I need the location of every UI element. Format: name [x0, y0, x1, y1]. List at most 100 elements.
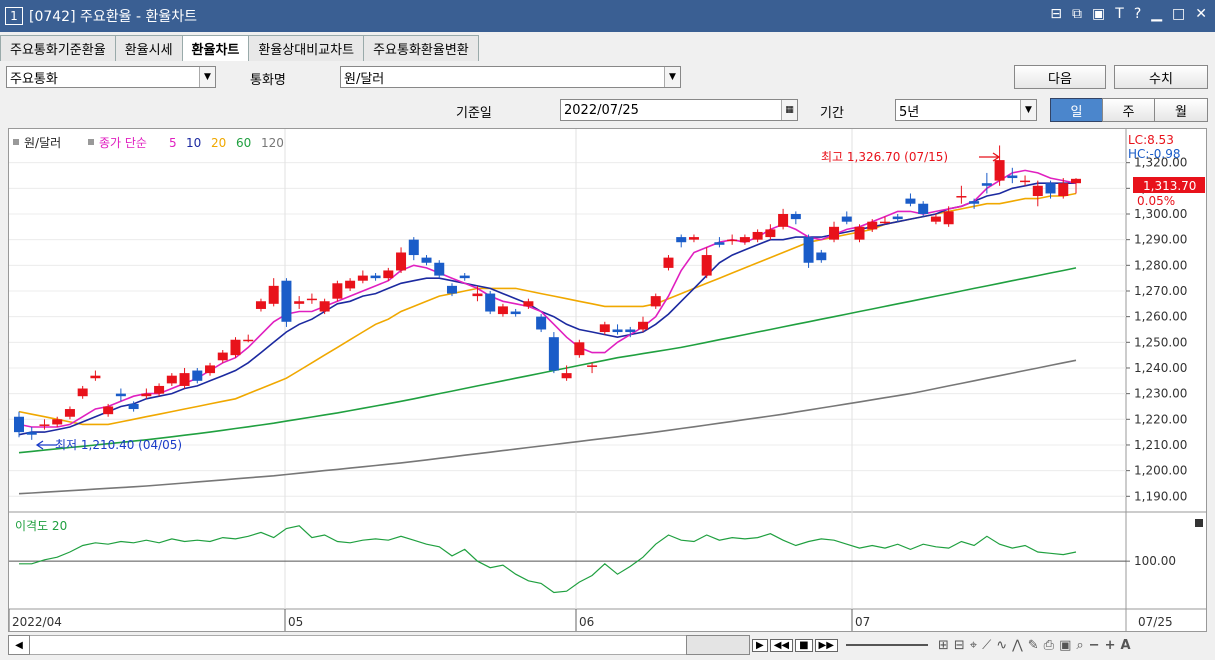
ma120-line	[18, 359, 1077, 495]
tab-rate-quotes[interactable]: 환율시세	[114, 35, 183, 61]
pattern-icon[interactable]: ⋀	[1012, 638, 1023, 653]
candle-body	[115, 393, 126, 397]
candle-body	[765, 229, 776, 238]
scroll-left-icon[interactable]: ◀	[8, 635, 30, 655]
tab-rate-converter[interactable]: 주요통화환율변환	[363, 35, 479, 61]
tab-major-rates[interactable]: 주요통화기준환율	[0, 35, 116, 61]
search-icon[interactable]: ⌕	[1076, 638, 1083, 653]
candle-body	[561, 373, 572, 379]
candle-body	[383, 270, 394, 279]
scroll-thumb[interactable]	[686, 635, 750, 655]
trend-line-icon[interactable]: ⟋	[982, 638, 991, 653]
minimize-icon[interactable]: ▁	[1151, 6, 1162, 22]
y-tick-label: 1,210.00	[1134, 438, 1187, 452]
rate-chart[interactable]: 100.00 1,320.001,310.001,300.001,290.001…	[8, 129, 1206, 631]
lock-icon[interactable]: ▣	[1092, 6, 1105, 22]
candle-body	[599, 324, 610, 333]
link-icon[interactable]: ⊟	[1050, 6, 1062, 22]
period-select[interactable]: 5년 ▼	[895, 99, 1037, 121]
candle-body	[370, 275, 381, 279]
arrow-left-icon	[35, 440, 57, 450]
candle-body	[26, 432, 37, 435]
x-tick-label: 2022/04	[12, 615, 62, 629]
tab-relative-chart[interactable]: 환율상대비교차트	[248, 35, 365, 61]
play-icon[interactable]: ▶	[752, 638, 768, 652]
candle-body	[650, 296, 661, 307]
maximize-icon[interactable]: □	[1172, 6, 1185, 22]
candle-body	[1032, 185, 1043, 197]
currency-label: 통화명	[250, 73, 286, 88]
annotations: 최고 1,326.70 (07/15) 최저 1,210.40 (04/05)	[35, 150, 1001, 452]
chevron-down-icon[interactable]: ▼	[1020, 100, 1036, 120]
y-tick-label: 1,230.00	[1134, 387, 1187, 401]
change-percent: 0.05%	[1137, 194, 1175, 208]
period-week-button[interactable]: 주	[1102, 98, 1155, 122]
period-label: 기간	[820, 106, 844, 121]
date-input[interactable]: 2022/07/25 ▦	[560, 99, 798, 121]
candle-body	[1045, 183, 1056, 194]
candle-body	[612, 329, 623, 333]
candle-body	[1071, 178, 1081, 184]
candle-body	[854, 226, 865, 240]
sub-tick-label: 100.00	[1134, 554, 1176, 568]
candle-body	[166, 375, 177, 384]
legend-ma5: 5	[169, 136, 177, 150]
layout-icon[interactable]: ⊞	[938, 638, 949, 653]
candle-body	[472, 293, 483, 297]
tab-rate-chart[interactable]: 환율차트	[181, 35, 250, 61]
pen-icon[interactable]: ✎	[1028, 638, 1039, 653]
next-button[interactable]: 다음	[1014, 65, 1106, 89]
candle-body	[701, 255, 712, 276]
auto-scale-icon[interactable]: A	[1120, 638, 1130, 653]
candle-body	[803, 237, 814, 263]
forward-icon[interactable]: ▶▶	[814, 638, 838, 652]
candle-body	[39, 424, 50, 426]
period-day-button[interactable]: 일	[1050, 98, 1103, 122]
close-icon[interactable]: ✕	[1195, 6, 1207, 22]
candle-body	[217, 352, 228, 361]
period-month-button[interactable]: 월	[1154, 98, 1208, 122]
candle-body	[128, 403, 139, 410]
pane-close-icon[interactable]	[1195, 519, 1203, 527]
wave-icon[interactable]: ∿	[996, 638, 1007, 653]
horizontal-scrollbar[interactable]	[30, 635, 686, 655]
candle-body	[1058, 183, 1069, 197]
candle-body	[446, 285, 457, 294]
candle-body	[879, 221, 890, 224]
ma5-line	[18, 169, 1077, 428]
chevron-down-icon[interactable]: ▼	[664, 67, 680, 87]
chevron-down-icon[interactable]: ▼	[199, 67, 215, 87]
help-icon[interactable]: ?	[1134, 6, 1141, 22]
value-button[interactable]: 수치	[1114, 65, 1208, 89]
copy-icon[interactable]: ⧉	[1072, 6, 1082, 22]
candle-body	[14, 416, 24, 433]
chart-legend: 원/달러 종가 단순 5 10 20 60 120 이격도 20	[13, 136, 284, 533]
zoom-slider[interactable]	[845, 644, 928, 646]
currency-group-value: 주요통화	[10, 71, 58, 87]
save-icon[interactable]: ▣	[1059, 638, 1071, 653]
zoom-in-icon[interactable]: +	[1105, 638, 1116, 653]
candle-body	[306, 298, 317, 301]
print-icon[interactable]: ⎙	[1044, 638, 1054, 653]
candle-body	[918, 203, 929, 214]
y-tick-label: 1,300.00	[1134, 207, 1187, 221]
rewind-icon[interactable]: ◀◀	[769, 638, 794, 652]
tool-icons: ⊞ ⊟ ⌖ ⟋ ∿ ⋀ ✎ ⎙ ▣ ⌕ − + A	[938, 638, 1131, 653]
crosshair-icon[interactable]: ⌖	[970, 638, 977, 653]
calendar-icon[interactable]: ▦	[781, 100, 797, 120]
legend-square-icon	[88, 139, 94, 145]
candle-body	[638, 321, 649, 330]
legend-square-icon	[13, 139, 19, 145]
candle-body	[154, 385, 165, 394]
stop-icon[interactable]: ■	[795, 638, 813, 652]
currency-group-select[interactable]: 주요통화 ▼	[6, 66, 216, 88]
candle-body	[981, 183, 992, 186]
currency-select[interactable]: 원/달러 ▼	[340, 66, 681, 88]
font-icon[interactable]: T	[1115, 6, 1124, 22]
zoom-out-icon[interactable]: −	[1089, 638, 1100, 653]
split-icon[interactable]: ⊟	[954, 638, 965, 653]
candle-body	[574, 342, 585, 356]
disparity-pane: 100.00	[9, 525, 1176, 594]
chart-area[interactable]: 100.00 1,320.001,310.001,300.001,290.001…	[8, 128, 1207, 632]
y-tick-label: 1,220.00	[1134, 412, 1187, 426]
